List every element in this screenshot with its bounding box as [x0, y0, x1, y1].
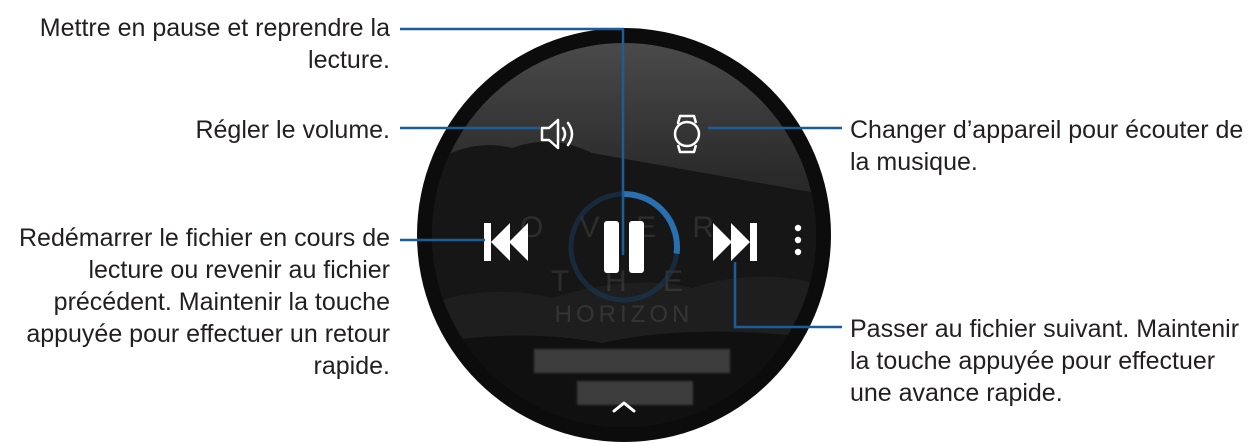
- next-callout-line-1: Passer au fichier suivant. Maintenir: [850, 315, 1240, 343]
- playback-progress-ring: [568, 191, 680, 303]
- pause-callout: Mettre en pause et reprendre la lecture.: [40, 12, 390, 76]
- device-callout-line-2: la musique.: [850, 148, 978, 176]
- next-callout-line-3: une avance rapide.: [850, 379, 1063, 407]
- play-pause-button[interactable]: [564, 187, 684, 307]
- pause-icon: [604, 221, 644, 273]
- next-button[interactable]: [711, 219, 761, 265]
- more-options-button[interactable]: [787, 222, 809, 262]
- device-callout: Changer d’appareil pour écouter de la mu…: [850, 114, 1243, 178]
- next-callout-line-2: la touche appuyée pour effectuer: [850, 347, 1216, 375]
- more-vertical-icon: [794, 224, 802, 256]
- pause-callout-line-2: lecture.: [308, 46, 390, 74]
- pause-callout-line-1: Mettre en pause et reprendre la: [39, 14, 390, 42]
- chevron-up-icon: [612, 401, 636, 413]
- device-callout-line-1: Changer d’appareil pour écouter de: [850, 116, 1244, 144]
- previous-callout-line-2: lecture ou revenir au fichier: [88, 256, 390, 284]
- volume-button[interactable]: [538, 114, 582, 154]
- skip-previous-icon: [484, 223, 528, 261]
- device-switch-button[interactable]: [667, 112, 707, 156]
- previous-callout-line-1: Redémarrer le fichier en cours de: [19, 224, 390, 252]
- watch-face: O V E R T H E HORIZON: [417, 28, 831, 442]
- previous-callout-line-5: rapide.: [313, 352, 390, 380]
- speaker-icon: [540, 118, 574, 150]
- volume-callout-line-1: Régler le volume.: [195, 116, 390, 144]
- volume-callout: Régler le volume.: [195, 114, 390, 146]
- previous-callout-line-3: précédent. Maintenir la touche: [53, 288, 390, 316]
- expand-button[interactable]: [607, 396, 641, 418]
- previous-callout: Redémarrer le fichier en cours de lectur…: [19, 222, 390, 382]
- track-title-placeholder: [534, 349, 730, 373]
- previous-button[interactable]: [480, 219, 530, 265]
- next-callout: Passer au fichier suivant. Maintenir la …: [850, 313, 1239, 409]
- watch-icon: [673, 114, 701, 154]
- skip-next-icon: [713, 223, 757, 261]
- previous-callout-line-4: appuyée pour effectuer un retour: [26, 320, 390, 348]
